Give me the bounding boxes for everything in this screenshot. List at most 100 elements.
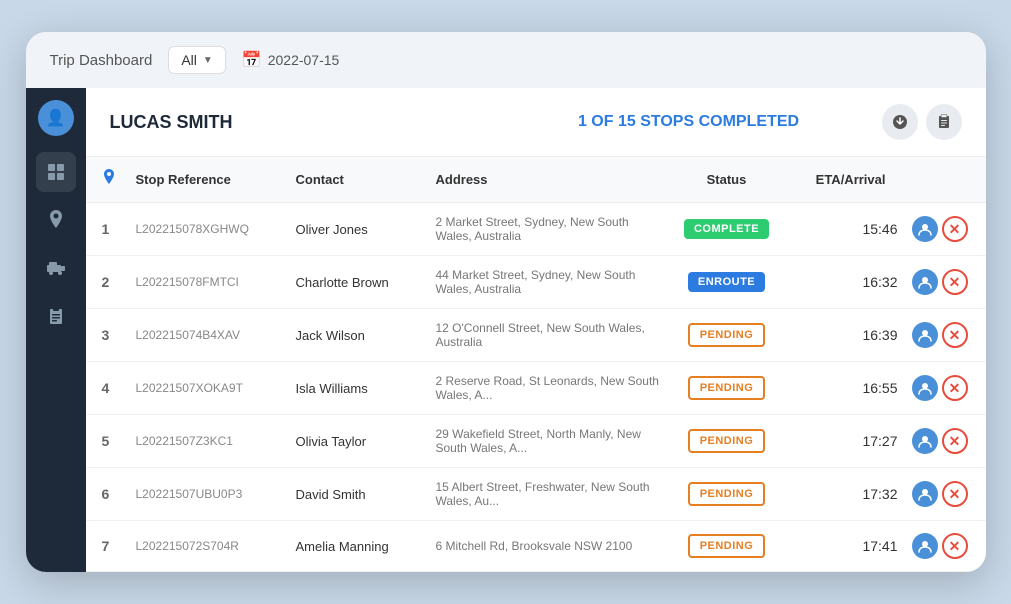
close-icon-6[interactable]: ✕ — [942, 481, 968, 507]
user-icon-1[interactable] — [912, 216, 938, 242]
row-address-4: 2 Reserve Road, St Leonards, New South W… — [426, 362, 672, 415]
driver-name: LUCAS SMITH — [110, 112, 496, 133]
row-actions-6: ✕ — [902, 468, 986, 521]
main-content: 👤 — [26, 88, 986, 572]
row-stop-ref-6: L20221507UBU0P3 — [126, 468, 286, 521]
row-address-1: 2 Market Street, Sydney, New South Wales… — [426, 203, 672, 256]
th-eta: ETA/Arrival — [782, 157, 902, 203]
row-eta-2: 16:32 — [782, 256, 902, 309]
download-button[interactable] — [882, 104, 918, 140]
user-icon-7[interactable] — [912, 533, 938, 559]
row-status-2: ENROUTE — [672, 256, 782, 309]
close-icon-3[interactable]: ✕ — [942, 322, 968, 348]
stops-summary: 1 OF 15 STOPS COMPLETED — [496, 113, 882, 131]
row-stop-ref-1: L202215078XGHWQ — [126, 203, 286, 256]
row-num-2: 2 — [86, 256, 126, 309]
sidebar-avatar[interactable]: 👤 — [38, 100, 74, 136]
row-address-3: 12 O'Connell Street, New South Wales, Au… — [426, 309, 672, 362]
user-icon-6[interactable] — [912, 481, 938, 507]
row-eta-3: 16:39 — [782, 309, 902, 362]
status-badge-1: COMPLETE — [684, 219, 769, 239]
th-status: Status — [672, 157, 782, 203]
row-num-3: 3 — [86, 309, 126, 362]
calendar-icon: 📅 — [242, 50, 262, 70]
status-badge-3: PENDING — [688, 323, 766, 347]
row-stop-ref-3: L202215074B4XAV — [126, 309, 286, 362]
row-stop-ref-2: L202215078FMTCI — [126, 256, 286, 309]
row-contact-7: Amelia Manning — [286, 521, 426, 572]
row-address-2: 44 Market Street, Sydney, New South Wale… — [426, 256, 672, 309]
close-icon-2[interactable]: ✕ — [942, 269, 968, 295]
date-value: 2022-07-15 — [268, 52, 340, 68]
row-status-1: COMPLETE — [672, 203, 782, 256]
sidebar-item-vehicle[interactable] — [36, 248, 76, 288]
close-icon-1[interactable]: ✕ — [942, 216, 968, 242]
row-contact-5: Olivia Taylor — [286, 415, 426, 468]
table-container: Stop Reference Contact Address Status ET… — [86, 157, 986, 572]
close-icon-5[interactable]: ✕ — [942, 428, 968, 454]
row-status-5: PENDING — [672, 415, 782, 468]
row-num-7: 7 — [86, 521, 126, 572]
status-badge-5: PENDING — [688, 429, 766, 453]
user-icon-5[interactable] — [912, 428, 938, 454]
sidebar: 👤 — [26, 88, 86, 572]
user-icon-3[interactable] — [912, 322, 938, 348]
content-area: LUCAS SMITH 1 OF 15 STOPS COMPLETED — [86, 88, 986, 572]
row-contact-4: Isla Williams — [286, 362, 426, 415]
row-status-3: PENDING — [672, 309, 782, 362]
sidebar-item-grid[interactable] — [36, 152, 76, 192]
sidebar-item-map[interactable] — [36, 200, 76, 240]
filter-value: All — [181, 52, 197, 68]
clipboard-button[interactable] — [926, 104, 962, 140]
row-address-7: 6 Mitchell Rd, Brooksvale NSW 2100 — [426, 521, 672, 572]
status-badge-2: ENROUTE — [688, 272, 765, 292]
user-icon-2[interactable] — [912, 269, 938, 295]
row-num-1: 1 — [86, 203, 126, 256]
row-actions-2: ✕ — [902, 256, 986, 309]
row-eta-1: 15:46 — [782, 203, 902, 256]
table-row: 3 L202215074B4XAV Jack Wilson 12 O'Conne… — [86, 309, 986, 362]
row-actions-7: ✕ — [902, 521, 986, 572]
table-row: 7 L202215072S704R Amelia Manning 6 Mitch… — [86, 521, 986, 572]
row-actions-5: ✕ — [902, 415, 986, 468]
row-num-6: 6 — [86, 468, 126, 521]
table-row: 1 L202215078XGHWQ Oliver Jones 2 Market … — [86, 203, 986, 256]
row-status-6: PENDING — [672, 468, 782, 521]
row-contact-6: David Smith — [286, 468, 426, 521]
app-window: Trip Dashboard All ▼ 📅 2022-07-15 👤 — [26, 32, 986, 572]
row-contact-1: Oliver Jones — [286, 203, 426, 256]
stops-table: Stop Reference Contact Address Status ET… — [86, 157, 986, 572]
sidebar-item-clipboard[interactable] — [36, 296, 76, 336]
row-stop-ref-7: L202215072S704R — [126, 521, 286, 572]
table-header-row: Stop Reference Contact Address Status ET… — [86, 157, 986, 203]
row-eta-5: 17:27 — [782, 415, 902, 468]
row-stop-ref-4: L20221507XOKA9T — [126, 362, 286, 415]
top-bar: Trip Dashboard All ▼ 📅 2022-07-15 — [26, 32, 986, 88]
chevron-down-icon: ▼ — [203, 55, 213, 66]
date-display: 📅 2022-07-15 — [242, 50, 340, 70]
header-actions — [882, 104, 962, 140]
filter-dropdown[interactable]: All ▼ — [168, 46, 225, 74]
row-actions-1: ✕ — [902, 203, 986, 256]
table-body: 1 L202215078XGHWQ Oliver Jones 2 Market … — [86, 203, 986, 572]
row-address-6: 15 Albert Street, Freshwater, New South … — [426, 468, 672, 521]
table-row: 6 L20221507UBU0P3 David Smith 15 Albert … — [86, 468, 986, 521]
th-address: Address — [426, 157, 672, 203]
status-badge-6: PENDING — [688, 482, 766, 506]
row-status-7: PENDING — [672, 521, 782, 572]
row-actions-3: ✕ — [902, 309, 986, 362]
row-contact-2: Charlotte Brown — [286, 256, 426, 309]
th-actions — [902, 157, 986, 203]
row-eta-4: 16:55 — [782, 362, 902, 415]
user-icon-4[interactable] — [912, 375, 938, 401]
close-icon-7[interactable]: ✕ — [942, 533, 968, 559]
table-row: 2 L202215078FMTCI Charlotte Brown 44 Mar… — [86, 256, 986, 309]
trip-dashboard-label: Trip Dashboard — [50, 52, 153, 69]
close-icon-4[interactable]: ✕ — [942, 375, 968, 401]
row-num-4: 4 — [86, 362, 126, 415]
content-header: LUCAS SMITH 1 OF 15 STOPS COMPLETED — [86, 88, 986, 157]
row-contact-3: Jack Wilson — [286, 309, 426, 362]
row-eta-7: 17:41 — [782, 521, 902, 572]
row-status-4: PENDING — [672, 362, 782, 415]
row-num-5: 5 — [86, 415, 126, 468]
